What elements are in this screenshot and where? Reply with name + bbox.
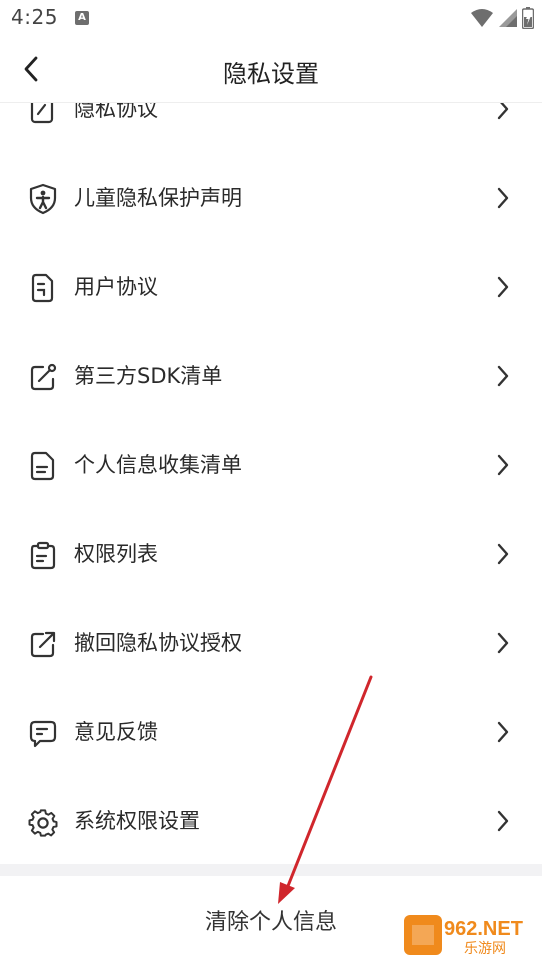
menu-item-label: 儿童隐私保护声明 bbox=[74, 186, 242, 210]
menu-item-label: 意见反馈 bbox=[74, 720, 158, 744]
menu-item-user-agreement[interactable]: 用户协议 bbox=[0, 242, 542, 331]
menu-item-permission-list[interactable]: 权限列表 bbox=[0, 509, 542, 598]
menu-item-child-privacy[interactable]: 儿童隐私保护声明 bbox=[0, 153, 542, 242]
chevron-right-icon bbox=[497, 365, 509, 387]
chevron-right-icon bbox=[497, 454, 509, 476]
menu-item-system-permissions[interactable]: 系统权限设置 bbox=[0, 776, 542, 865]
watermark-logo: 962.NET 乐游网 bbox=[404, 915, 523, 957]
child-shield-icon bbox=[29, 183, 57, 215]
wifi-icon bbox=[471, 9, 493, 27]
signal-icon bbox=[499, 9, 517, 27]
menu-item-third-party-sdk[interactable]: 第三方SDK清单 bbox=[0, 331, 542, 420]
status-time: 4:25 bbox=[11, 5, 58, 29]
status-bar: 4:25 A bbox=[0, 0, 542, 36]
title-bar: 隐私设置 bbox=[0, 36, 542, 103]
chevron-right-icon bbox=[497, 721, 509, 743]
document-icon bbox=[31, 273, 54, 303]
menu-item-feedback[interactable]: 意见反馈 bbox=[0, 687, 542, 776]
page-title: 隐私设置 bbox=[223, 60, 319, 88]
share-out-icon bbox=[30, 631, 56, 658]
gear-icon bbox=[28, 809, 58, 837]
status-icons bbox=[470, 7, 534, 29]
menu-item-label: 第三方SDK清单 bbox=[74, 364, 223, 388]
chevron-right-icon bbox=[497, 543, 509, 565]
chevron-right-icon bbox=[497, 810, 509, 832]
chevron-right-icon bbox=[497, 187, 509, 209]
external-link-edit-icon bbox=[30, 363, 57, 391]
svg-text:962.NET: 962.NET bbox=[444, 918, 523, 940]
file-list-icon bbox=[30, 451, 55, 481]
menu-item-label: 个人信息收集清单 bbox=[74, 453, 242, 477]
menu-item-label: 权限列表 bbox=[74, 542, 158, 566]
svg-text:乐游网: 乐游网 bbox=[464, 941, 506, 957]
notification-icon: A bbox=[75, 11, 89, 25]
menu-item-revoke-authorization[interactable]: 撤回隐私协议授权 bbox=[0, 598, 542, 687]
clipboard-list-icon bbox=[30, 541, 56, 570]
section-divider bbox=[0, 864, 542, 876]
menu-item-label: 撤回隐私协议授权 bbox=[74, 631, 242, 655]
settings-list: 隐私协议 儿童隐私保护声明 用户协议 第三方SDK清单 个人信息收集清单 权限列… bbox=[0, 64, 542, 865]
chat-bubble-icon bbox=[29, 720, 57, 748]
battery-icon bbox=[522, 7, 534, 29]
chevron-right-icon bbox=[497, 276, 509, 298]
menu-item-label: 系统权限设置 bbox=[74, 809, 200, 833]
menu-item-label: 用户协议 bbox=[74, 275, 158, 299]
chevron-right-icon bbox=[497, 632, 509, 654]
menu-item-personal-info-list[interactable]: 个人信息收集清单 bbox=[0, 420, 542, 509]
